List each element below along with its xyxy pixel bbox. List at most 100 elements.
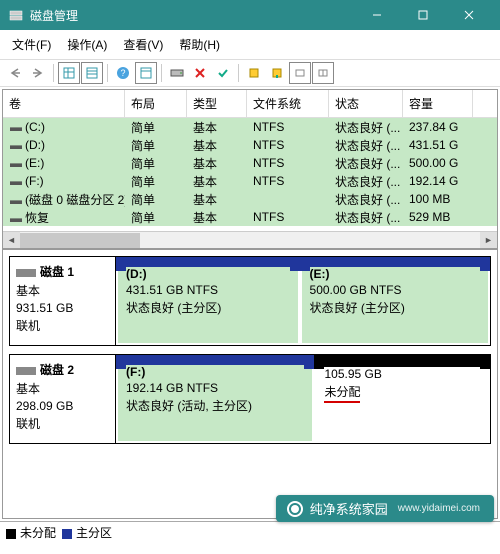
minimize-button[interactable] bbox=[354, 0, 400, 30]
vol-layout: 简单 bbox=[125, 190, 187, 209]
partition[interactable]: (D:) 431.51 GB NTFS 状态良好 (主分区) bbox=[118, 259, 298, 343]
scroll-left-button[interactable]: ◄ bbox=[3, 232, 20, 249]
col-capacity[interactable]: 容量 bbox=[403, 90, 473, 117]
vol-status: 状态良好 (... bbox=[329, 136, 403, 155]
vol-type: 基本 bbox=[187, 208, 247, 227]
table-row[interactable]: ▬(磁盘 0 磁盘分区 2) 简单 基本 状态良好 (... 100 MB bbox=[3, 190, 497, 208]
part-title: (D:) bbox=[126, 267, 290, 281]
toolbar-separator bbox=[238, 64, 239, 82]
view-panes-button[interactable] bbox=[58, 62, 80, 84]
vol-type: 基本 bbox=[187, 172, 247, 191]
legend-label: 主分区 bbox=[76, 526, 112, 540]
forward-button[interactable] bbox=[27, 62, 49, 84]
volume-icon: ▬ bbox=[9, 138, 23, 152]
vol-fs: NTFS bbox=[247, 209, 329, 225]
table-row[interactable]: ▬(D:) 简单 基本 NTFS 状态良好 (... 431.51 G bbox=[3, 136, 497, 154]
watermark-sub: www.yidaimei.com bbox=[398, 503, 480, 514]
disk-label[interactable]: 磁盘 1 基本 931.51 GB 联机 bbox=[10, 257, 116, 345]
toolbar-separator bbox=[107, 64, 108, 82]
vol-status: 状态良好 (... bbox=[329, 154, 403, 173]
table-row[interactable]: ▬(C:) 简单 基本 NTFS 状态良好 (... 237.84 G bbox=[3, 118, 497, 136]
horizontal-scrollbar[interactable]: ◄ ► bbox=[3, 231, 497, 248]
scroll-thumb[interactable] bbox=[20, 233, 140, 248]
delete-icon[interactable] bbox=[189, 62, 211, 84]
vol-fs: NTFS bbox=[247, 155, 329, 171]
view-table-button[interactable] bbox=[81, 62, 103, 84]
vol-cap: 237.84 G bbox=[403, 119, 473, 135]
action3-icon[interactable] bbox=[289, 62, 311, 84]
window-title: 磁盘管理 bbox=[30, 7, 354, 24]
disk-label[interactable]: 磁盘 2 基本 298.09 GB 联机 bbox=[10, 355, 116, 443]
scroll-right-button[interactable]: ► bbox=[480, 232, 497, 249]
toolbar-separator bbox=[53, 64, 54, 82]
vol-name: 恢复 bbox=[25, 211, 49, 225]
col-filesystem[interactable]: 文件系统 bbox=[247, 90, 329, 117]
action2-icon[interactable] bbox=[266, 62, 288, 84]
disk-size: 298.09 GB bbox=[16, 399, 109, 413]
help-icon[interactable]: ? bbox=[112, 62, 134, 84]
legend-swatch-unallocated bbox=[6, 529, 16, 539]
col-layout[interactable]: 布局 bbox=[125, 90, 187, 117]
partition-unallocated[interactable]: 105.95 GB 未分配 bbox=[316, 357, 488, 441]
legend-label: 未分配 bbox=[20, 526, 56, 540]
watermark-icon bbox=[286, 500, 304, 518]
disk-state: 联机 bbox=[16, 415, 109, 432]
part-status: 状态良好 (主分区) bbox=[310, 299, 480, 316]
volume-icon: ▬ bbox=[9, 193, 23, 207]
vol-fs: NTFS bbox=[247, 173, 329, 189]
back-button[interactable] bbox=[4, 62, 26, 84]
vol-status: 状态良好 (... bbox=[329, 118, 403, 137]
col-status[interactable]: 状态 bbox=[329, 90, 403, 117]
menu-view[interactable]: 查看(V) bbox=[115, 32, 171, 57]
vol-type: 基本 bbox=[187, 154, 247, 173]
part-title: (E:) bbox=[310, 267, 480, 281]
disk-partitions: (F:) 192.14 GB NTFS 状态良好 (活动, 主分区) 105.9… bbox=[116, 355, 490, 443]
legend-item: 未分配 bbox=[6, 524, 56, 541]
disk-name: 磁盘 2 bbox=[40, 363, 74, 377]
part-size: 105.95 GB bbox=[324, 367, 480, 381]
check-icon[interactable] bbox=[212, 62, 234, 84]
menu-action[interactable]: 操作(A) bbox=[59, 32, 115, 57]
vol-type: 基本 bbox=[187, 136, 247, 155]
vol-type: 基本 bbox=[187, 118, 247, 137]
legend: 未分配 主分区 bbox=[0, 521, 500, 543]
table-row[interactable]: ▬恢复 简单 基本 NTFS 状态良好 (... 529 MB bbox=[3, 208, 497, 226]
view-list-button[interactable] bbox=[135, 62, 157, 84]
vol-fs: NTFS bbox=[247, 137, 329, 153]
vol-cap: 431.51 G bbox=[403, 137, 473, 153]
partition[interactable]: (E:) 500.00 GB NTFS 状态良好 (主分区) bbox=[302, 259, 488, 343]
toolbar-separator bbox=[161, 64, 162, 82]
table-row[interactable]: ▬(F:) 简单 基本 NTFS 状态良好 (... 192.14 G bbox=[3, 172, 497, 190]
col-type[interactable]: 类型 bbox=[187, 90, 247, 117]
volume-list: 卷 布局 类型 文件系统 状态 容量 ▬(C:) 简单 基本 NTFS 状态良好… bbox=[3, 90, 497, 250]
part-status: 未分配 bbox=[324, 383, 360, 403]
watermark: 纯净系统家园 www.yidaimei.com bbox=[276, 495, 494, 522]
vol-type: 基本 bbox=[187, 190, 247, 209]
menu-help[interactable]: 帮助(H) bbox=[171, 32, 228, 57]
disk-name: 磁盘 1 bbox=[40, 265, 74, 279]
vol-layout: 简单 bbox=[125, 136, 187, 155]
disk-row: 磁盘 1 基本 931.51 GB 联机 (D:) 431.51 GB NTFS… bbox=[9, 256, 491, 346]
vol-layout: 简单 bbox=[125, 208, 187, 227]
vol-fs: NTFS bbox=[247, 119, 329, 135]
disk-state: 联机 bbox=[16, 317, 109, 334]
part-title: (F:) bbox=[126, 365, 304, 379]
vol-layout: 简单 bbox=[125, 118, 187, 137]
part-size: 500.00 GB NTFS bbox=[310, 283, 480, 297]
vol-name: (D:) bbox=[25, 138, 45, 152]
vol-fs bbox=[247, 198, 329, 200]
drive-icon[interactable] bbox=[166, 62, 188, 84]
col-volume[interactable]: 卷 bbox=[3, 90, 125, 117]
action1-icon[interactable] bbox=[243, 62, 265, 84]
vol-status: 状态良好 (... bbox=[329, 172, 403, 191]
table-row[interactable]: ▬(E:) 简单 基本 NTFS 状态良好 (... 500.00 G bbox=[3, 154, 497, 172]
close-button[interactable] bbox=[446, 0, 492, 30]
menu-file[interactable]: 文件(F) bbox=[4, 32, 59, 57]
action4-icon[interactable] bbox=[312, 62, 334, 84]
vol-cap: 100 MB bbox=[403, 191, 473, 207]
vol-name: (磁盘 0 磁盘分区 2) bbox=[25, 193, 125, 207]
vol-status: 状态良好 (... bbox=[329, 208, 403, 227]
maximize-button[interactable] bbox=[400, 0, 446, 30]
legend-swatch-primary bbox=[62, 529, 72, 539]
partition[interactable]: (F:) 192.14 GB NTFS 状态良好 (活动, 主分区) bbox=[118, 357, 312, 441]
